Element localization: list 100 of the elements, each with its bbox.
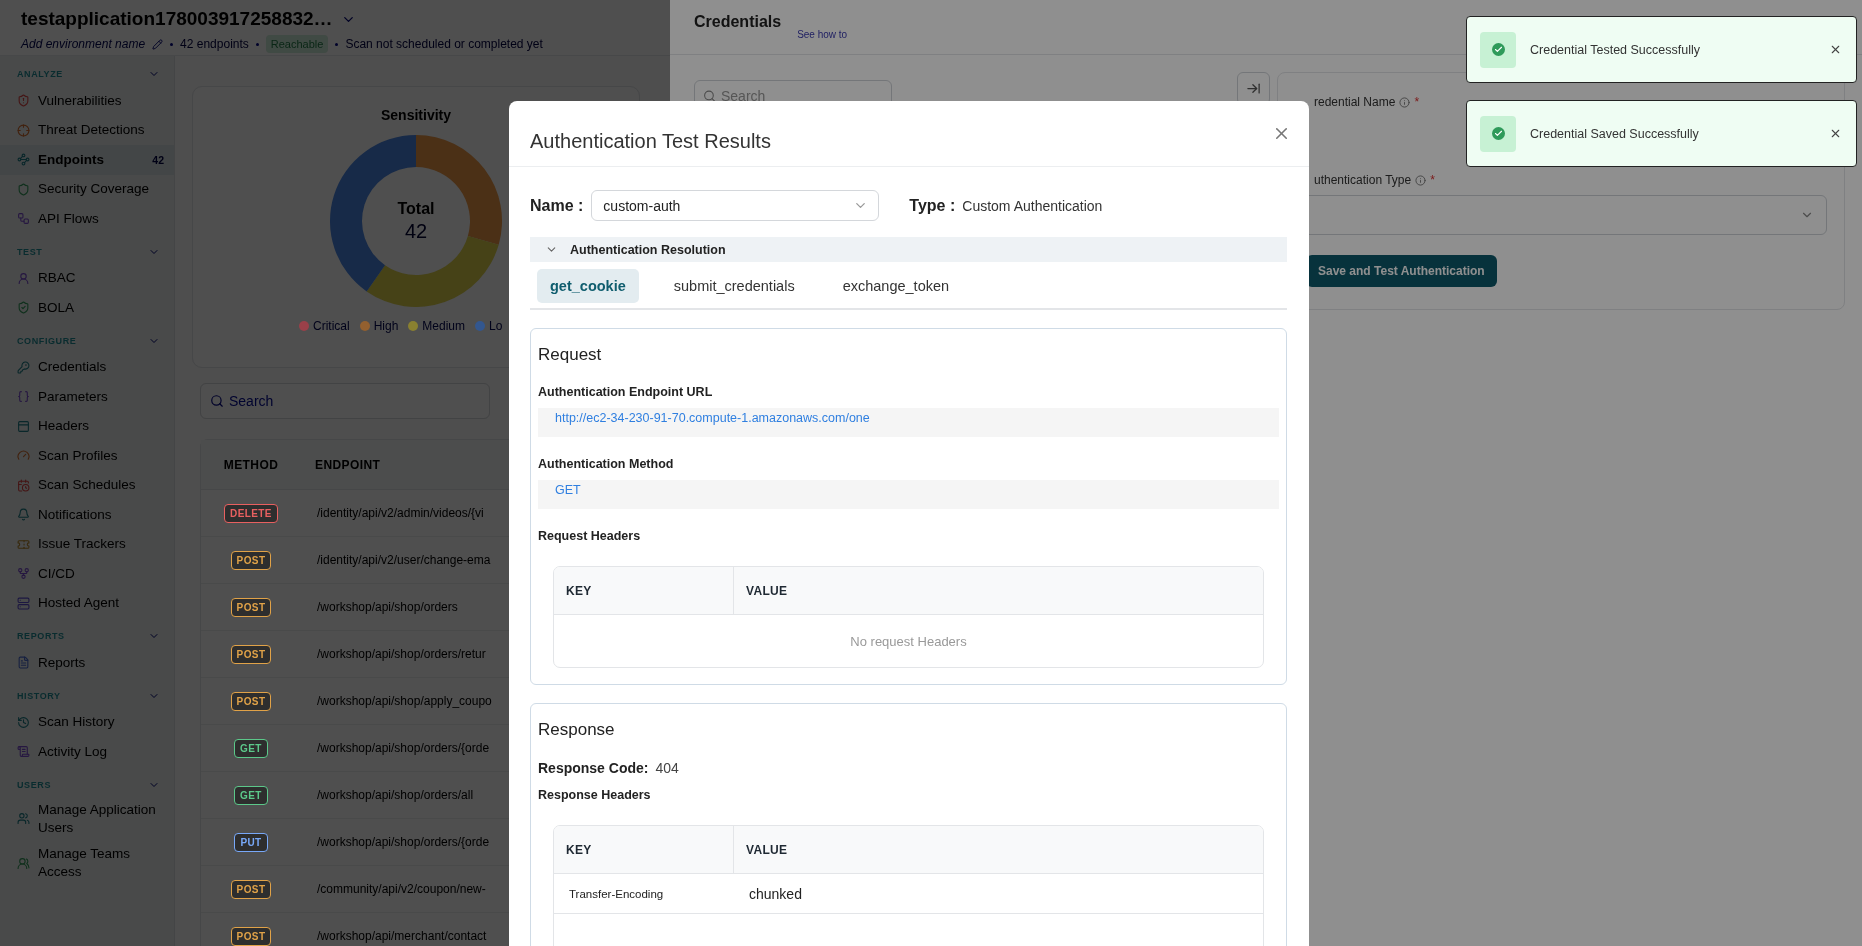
method-badge: GET: [234, 738, 268, 758]
close-icon: [1829, 127, 1842, 140]
empty-message: No request Headers: [849, 632, 968, 651]
total-value: 42: [404, 219, 428, 243]
tab[interactable]: submit_credentials: [660, 269, 808, 303]
pencil-icon[interactable]: [152, 38, 164, 50]
name-label: Name :: [530, 196, 584, 215]
modal-title: Authentication Test Results: [530, 130, 771, 153]
server-icon: [17, 596, 30, 610]
sidebar-item[interactable]: Manage Application Users: [0, 796, 174, 841]
section-title: CONFIGURE: [17, 335, 77, 346]
column-header: VALUE: [745, 841, 789, 859]
method-badge: POST: [230, 550, 272, 570]
name-select[interactable]: custom-auth: [591, 190, 880, 221]
sidebar-item[interactable]: Activity Log: [0, 737, 174, 767]
scroll-icon: [17, 745, 30, 759]
sidebar-item[interactable]: Credentials: [0, 352, 174, 382]
section-title: Request: [538, 345, 603, 365]
users-icon: [17, 812, 30, 826]
search-icon: [703, 89, 716, 103]
legend-label: Medium: [422, 319, 466, 333]
sidebar-item[interactable]: Headers: [0, 411, 174, 441]
column-header: METHOD: [222, 457, 280, 472]
tab[interactable]: get_cookie: [537, 269, 639, 303]
save-and-test-button[interactable]: Save and Test Authentication: [1306, 255, 1497, 287]
help-link[interactable]: See how to: [797, 29, 848, 40]
legend-label: Lo: [489, 319, 503, 333]
search-field[interactable]: Search: [200, 383, 490, 419]
sidebar-item[interactable]: CI/CD: [0, 559, 174, 589]
toast-message: Credential Tested Successfully: [1530, 42, 1701, 57]
field-label: Authentication Endpoint URL: [538, 385, 714, 399]
info-icon[interactable]: [1415, 174, 1427, 186]
gauge-icon: [17, 449, 30, 463]
environment-name-placeholder[interactable]: Add environment name: [21, 37, 146, 51]
sidebar-item[interactable]: Endpoints 42: [0, 145, 174, 175]
method-badge: PUT: [234, 832, 268, 852]
endpoint-cell-text: /workshop/api/shop/orders/{orde: [316, 741, 490, 755]
sidebar-item[interactable]: RBAC: [0, 263, 174, 293]
endpoint-cell-text: /workshop/api/shop/orders: [316, 600, 458, 614]
method-badge: GET: [234, 785, 268, 805]
accordion-header[interactable]: Authentication Resolution: [530, 237, 1287, 262]
toast-message: Credential Saved Successfully: [1530, 126, 1700, 141]
endpoint-cell-text: /identity/api/v2/user/change-ema: [316, 553, 491, 567]
sidebar-item[interactable]: BOLA: [0, 293, 174, 323]
sidebar-item[interactable]: Reports: [0, 648, 174, 678]
separator-dot: [255, 42, 259, 46]
required-mark: *: [1414, 95, 1420, 109]
method-badge: POST: [230, 926, 272, 946]
close-button[interactable]: [1829, 43, 1842, 56]
field-label: redential Name: [1314, 95, 1396, 109]
sidebar-item[interactable]: Scan History: [0, 707, 174, 737]
separator-dot: [335, 42, 339, 46]
flow-icon: [17, 212, 30, 226]
field-value: GET: [538, 480, 1279, 509]
arrow-to-line-icon: [1246, 81, 1261, 96]
separator-dot: [170, 42, 174, 46]
section-title: TEST: [17, 246, 43, 257]
field-label: uthentication Type: [1314, 173, 1412, 187]
legend-label: High: [373, 319, 399, 333]
sidebar-item[interactable]: Scan Profiles: [0, 441, 174, 471]
crosshair-icon: [17, 123, 30, 137]
endpoint-cell-text: /identity/api/v2/admin/videos/{vi: [316, 506, 484, 520]
column-header: KEY: [554, 567, 734, 614]
endpoint-cell-text: /workshop/api/shop/apply_coupo: [316, 694, 492, 708]
info-icon[interactable]: [1399, 96, 1411, 108]
close-button[interactable]: [1829, 127, 1842, 140]
sidebar-item[interactable]: Notifications: [0, 500, 174, 530]
type-value: Custom Authentication: [962, 197, 1103, 214]
method-badge: DELETE: [224, 503, 278, 523]
response-code: 404: [655, 760, 679, 776]
section-title: USERS: [17, 779, 51, 790]
column-header: VALUE: [745, 582, 789, 600]
history-icon: [17, 715, 30, 729]
sidebar-item[interactable]: Vulnerabilities: [0, 86, 174, 116]
shield-alert-icon: [17, 94, 30, 108]
table-cell-text: chunked: [748, 885, 803, 902]
type-label: Type :: [909, 196, 956, 215]
sidebar-item[interactable]: Security Coverage: [0, 174, 174, 204]
shield-check-icon: [17, 301, 30, 315]
braces-icon: [17, 390, 30, 404]
shield-icon: [17, 182, 30, 196]
sidebar-item[interactable]: Manage Teams Access: [0, 840, 174, 886]
endpoint-cell-text: /workshop/api/merchant/contact: [316, 929, 487, 943]
drawer-title: Credentials: [694, 13, 782, 31]
field-label: Response Headers: [538, 788, 652, 802]
sidebar-item[interactable]: Issue Trackers: [0, 529, 174, 559]
sidebar-item[interactable]: Scan Schedules: [0, 470, 174, 500]
success-icon: [1480, 115, 1516, 152]
tab[interactable]: exchange_token: [829, 269, 963, 303]
sidebar-item[interactable]: Threat Detections: [0, 115, 174, 145]
close-icon: [1829, 43, 1842, 56]
sidebar-item[interactable]: Parameters: [0, 382, 174, 412]
calendar-icon: [17, 478, 30, 492]
sidebar-item[interactable]: API Flows: [0, 204, 174, 234]
column-header: KEY: [554, 826, 734, 873]
sidebar-item[interactable]: Hosted Agent: [0, 588, 174, 618]
application-title: testapplication178003917258832…: [21, 8, 333, 30]
ticket-icon: [17, 537, 30, 551]
response-code-label: Response Code:: [538, 760, 649, 776]
endpoint-cell-text: /workshop/api/shop/orders/all: [316, 788, 474, 802]
